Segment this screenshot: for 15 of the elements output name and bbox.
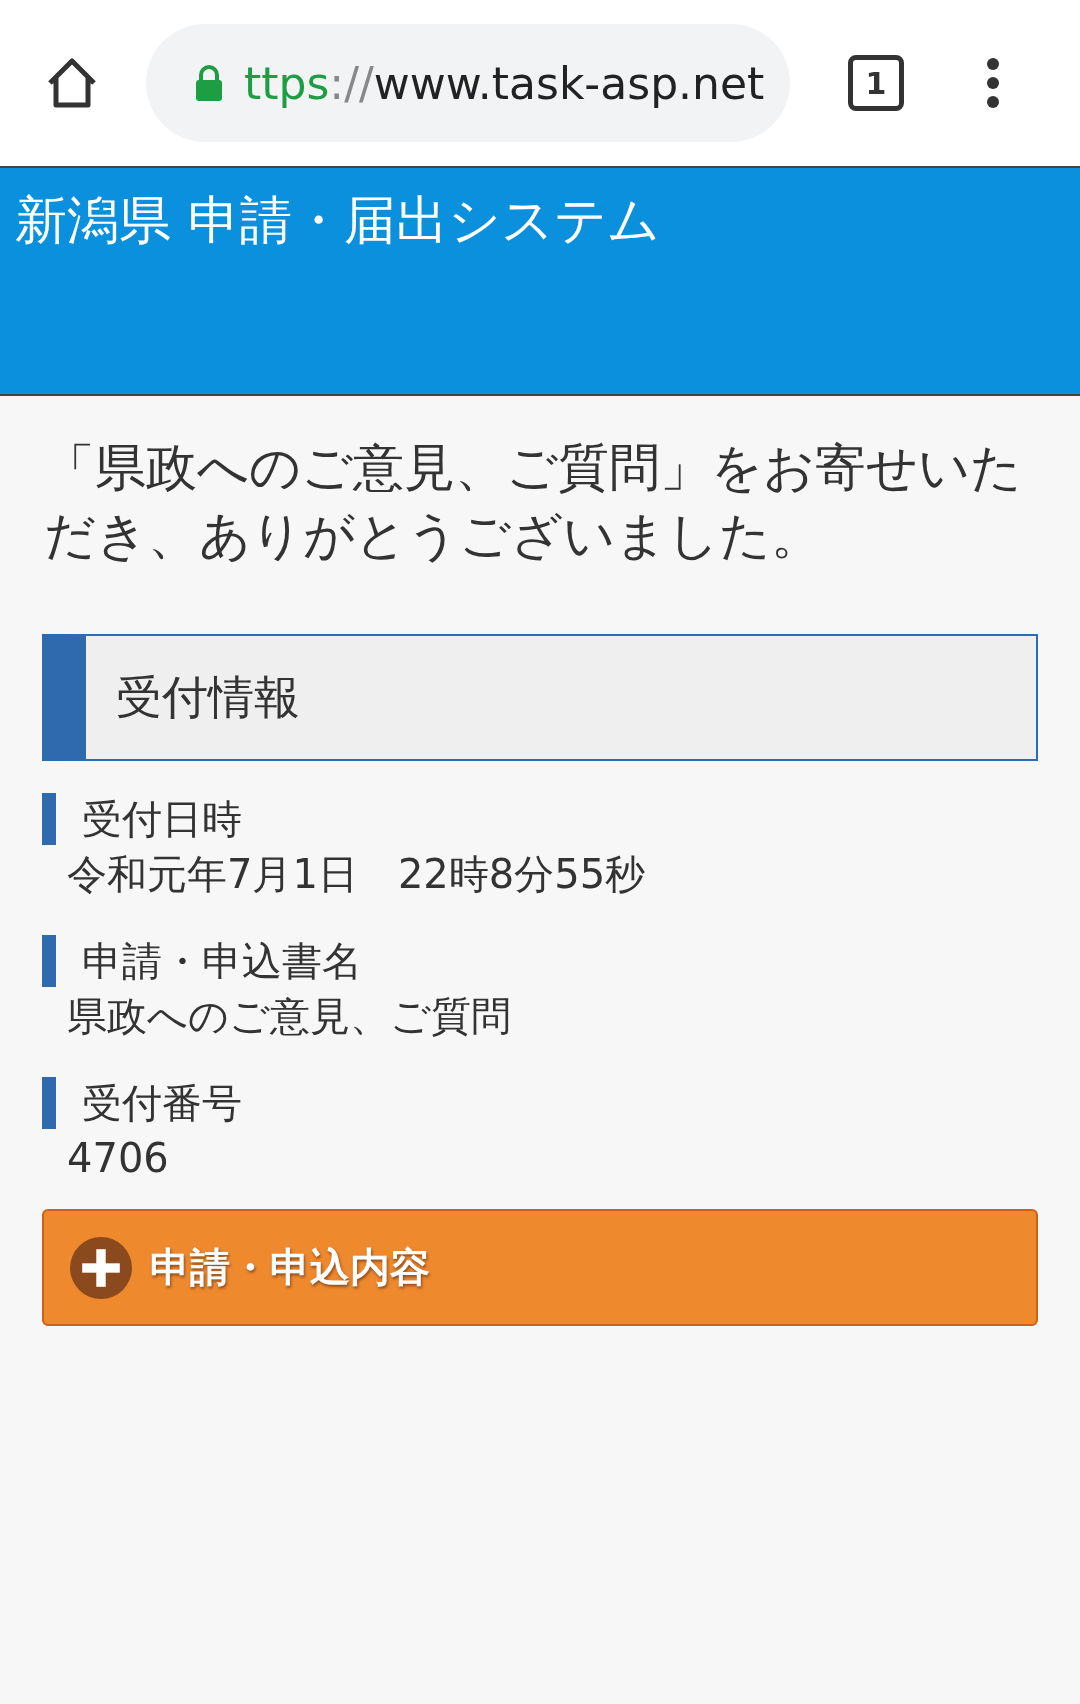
field-label: 受付番号: [42, 1077, 1038, 1129]
section-title: 受付情報: [116, 668, 300, 726]
menu-icon[interactable]: [986, 57, 1000, 109]
field-label: 申請・申込書名: [42, 935, 1038, 987]
url-text: ttps://www.task-asp.net: [244, 57, 765, 109]
site-title: 新潟県 申請・届出システム: [15, 190, 660, 250]
address-bar[interactable]: ttps://www.task-asp.net: [146, 24, 790, 142]
plus-icon: [70, 1236, 132, 1299]
thank-you-message: 「県政へのご意見、ご質問」をお寄せいただき、ありがとうございました。: [43, 437, 1023, 567]
field-value: 県政へのご意見、ご質問: [66, 992, 512, 1041]
tab-count-button[interactable]: 1: [848, 55, 904, 111]
field-label: 受付日時: [42, 793, 1038, 845]
field-value: 4706: [66, 1134, 170, 1183]
field-value: 令和元年7月1日 22時8分55秒: [66, 850, 647, 899]
lock-icon: [194, 64, 224, 102]
